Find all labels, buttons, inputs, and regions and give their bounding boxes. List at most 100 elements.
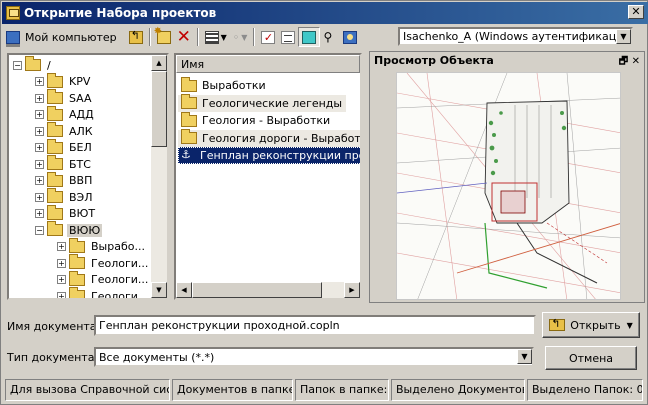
- folder-open-icon: [549, 317, 566, 331]
- tree-item[interactable]: + АЛК: [9, 122, 154, 140]
- expand-icon[interactable]: +: [35, 159, 44, 169]
- tree-item-label: БЕЛ: [69, 141, 92, 155]
- tree-item-label: KPV: [69, 75, 91, 89]
- list-button[interactable]: [278, 27, 298, 47]
- column-header-name[interactable]: Имя: [176, 55, 360, 73]
- file-list[interactable]: Имя Выработки Геологические легенды Геолог…: [174, 53, 362, 300]
- view-mode-button[interactable]: ▼: [202, 27, 230, 47]
- my-computer-button[interactable]: Мой компьютер: [3, 27, 120, 47]
- tree-item[interactable]: + SAA: [9, 89, 154, 107]
- tree-item-label: БТС: [69, 157, 91, 171]
- scroll-left-icon[interactable]: ◀: [176, 282, 192, 298]
- preview-title: Просмотр Объекта: [374, 54, 494, 67]
- expand-icon[interactable]: +: [35, 143, 44, 153]
- folder-tree-rows: − / + KPV + SAA + АДД + АЛК + БЕЛ + БТС + ВВП + ВЭЛ + ВЮТ − В…: [9, 56, 154, 298]
- tree-item[interactable]: + БТС: [9, 155, 154, 173]
- open-button[interactable]: Открыть ▼: [542, 312, 640, 338]
- open-project-set-dialog: Открытие Набора проектов ✕ Мой компьютер…: [0, 0, 648, 405]
- file-row[interactable]: Геология - Выработки: [178, 111, 334, 129]
- doc-type-value: Все документы (*.*): [99, 351, 215, 364]
- tree-root[interactable]: − /: [9, 56, 154, 74]
- folder-icon: [47, 105, 63, 121]
- new-folder-icon: [154, 26, 171, 44]
- collapse-icon[interactable]: −: [35, 225, 44, 235]
- user-button[interactable]: [340, 27, 360, 47]
- folder-tree[interactable]: − / + KPV + SAA + АДД + АЛК + БЕЛ + БТС + ВВП + ВЭЛ + ВЮТ − В…: [7, 53, 169, 300]
- folder-icon: [69, 270, 85, 286]
- folder-icon: [47, 122, 63, 138]
- preview-header: Просмотр Объекта 🗗 ✕: [370, 52, 644, 70]
- file-row-label: Геология - Выработки: [202, 114, 331, 127]
- collapse-icon[interactable]: −: [13, 60, 22, 70]
- connection-select[interactable]: Isachenko_A (Windows аутентификация) ▼: [398, 27, 633, 46]
- folder-icon: [69, 237, 85, 253]
- expand-icon[interactable]: +: [57, 291, 66, 298]
- doc-type-label: Тип документа:: [7, 351, 99, 364]
- folder-icon: [47, 89, 63, 105]
- expand-icon[interactable]: +: [35, 192, 44, 202]
- tree-child-item[interactable]: + Геологи...: [9, 270, 154, 289]
- scroll-right-icon[interactable]: ▶: [344, 282, 360, 298]
- tree-vertical-scrollbar[interactable]: ▲ ▼: [151, 55, 167, 298]
- expand-icon[interactable]: +: [35, 110, 44, 120]
- tree-item[interactable]: + АДД: [9, 105, 154, 124]
- object-preview-pane: Просмотр Объекта 🗗 ✕: [369, 51, 645, 303]
- tree-item-label: SAA: [69, 91, 92, 105]
- preview-window-buttons[interactable]: 🗗 ✕: [619, 54, 640, 71]
- file-row[interactable]: ⚓ Генплан реконструкции проходной: [178, 147, 360, 164]
- expand-icon[interactable]: +: [35, 209, 44, 219]
- chevron-down-icon: ▼: [241, 32, 248, 42]
- tree-item[interactable]: + ВВП: [9, 171, 154, 190]
- folder-icon: [69, 287, 85, 298]
- expand-icon[interactable]: +: [57, 242, 66, 252]
- file-row[interactable]: Выработки: [178, 76, 270, 94]
- expand-icon[interactable]: +: [35, 93, 44, 103]
- tree-item[interactable]: + БЕЛ: [9, 138, 154, 157]
- folder-icon: [47, 72, 63, 88]
- tree-item-label: Геологи...: [91, 256, 149, 270]
- chevron-down-icon[interactable]: ▼: [517, 349, 532, 364]
- expand-icon[interactable]: +: [35, 126, 44, 136]
- tree-child-item[interactable]: + Геологи...: [9, 254, 154, 272]
- doc-name-label: Имя документа:: [7, 320, 101, 333]
- file-row[interactable]: Геологические легенды: [178, 94, 347, 112]
- up-folder-button[interactable]: [126, 27, 146, 47]
- scroll-down-icon[interactable]: ▼: [151, 282, 167, 298]
- cancel-button[interactable]: Отмена: [545, 346, 637, 370]
- doc-type-select[interactable]: Все документы (*.*) ▼: [94, 347, 534, 367]
- tree-item[interactable]: − ВЮЮ: [9, 221, 154, 239]
- status-selected-docs: Выделено Документов: 1: [391, 379, 525, 401]
- find-button[interactable]: ⚲: [320, 27, 340, 47]
- site-plan-drawing: [397, 73, 620, 299]
- tree-item[interactable]: + ВЮТ: [9, 204, 154, 223]
- expand-icon[interactable]: +: [57, 275, 66, 285]
- binoculars-icon: ⚲: [323, 29, 333, 44]
- filter-button[interactable]: ◦ ▼: [230, 27, 251, 47]
- doc-name-input[interactable]: Генплан реконструкции проходной.copln: [94, 315, 536, 336]
- file-horizontal-scrollbar[interactable]: ◀ ▶: [176, 282, 360, 298]
- preview-toggle-button[interactable]: [298, 27, 321, 47]
- new-folder-button[interactable]: [154, 26, 174, 47]
- folder-icon: [181, 129, 197, 144]
- title-bar[interactable]: Открытие Набора проектов ✕: [2, 2, 648, 24]
- open-button-label: Открыть: [570, 318, 621, 332]
- status-folder-count: Папок в папке: 4: [295, 379, 389, 401]
- folder-icon: [47, 155, 63, 171]
- expand-icon[interactable]: +: [57, 258, 66, 268]
- expand-icon[interactable]: +: [35, 176, 44, 186]
- tree-item[interactable]: + ВЭЛ: [9, 188, 154, 206]
- delete-button[interactable]: ✕: [174, 27, 194, 47]
- tree-item[interactable]: + KPV: [9, 72, 154, 91]
- status-help: Для вызова Справочной системы: [5, 379, 170, 401]
- scroll-thumb[interactable]: [151, 71, 167, 147]
- tree-child-item[interactable]: + Геологи...: [9, 287, 154, 298]
- scroll-thumb[interactable]: [192, 282, 322, 298]
- chevron-down-icon[interactable]: ▼: [616, 29, 631, 44]
- scroll-up-icon[interactable]: ▲: [151, 55, 167, 71]
- file-row-label: Выработки: [202, 79, 266, 92]
- expand-icon[interactable]: +: [35, 77, 44, 87]
- close-button[interactable]: ✕: [628, 5, 644, 19]
- check-button[interactable]: ✓: [258, 27, 278, 47]
- file-row[interactable]: Геология дороги - Выработки: [178, 129, 360, 147]
- tree-child-item[interactable]: + Вырабо...: [9, 237, 154, 256]
